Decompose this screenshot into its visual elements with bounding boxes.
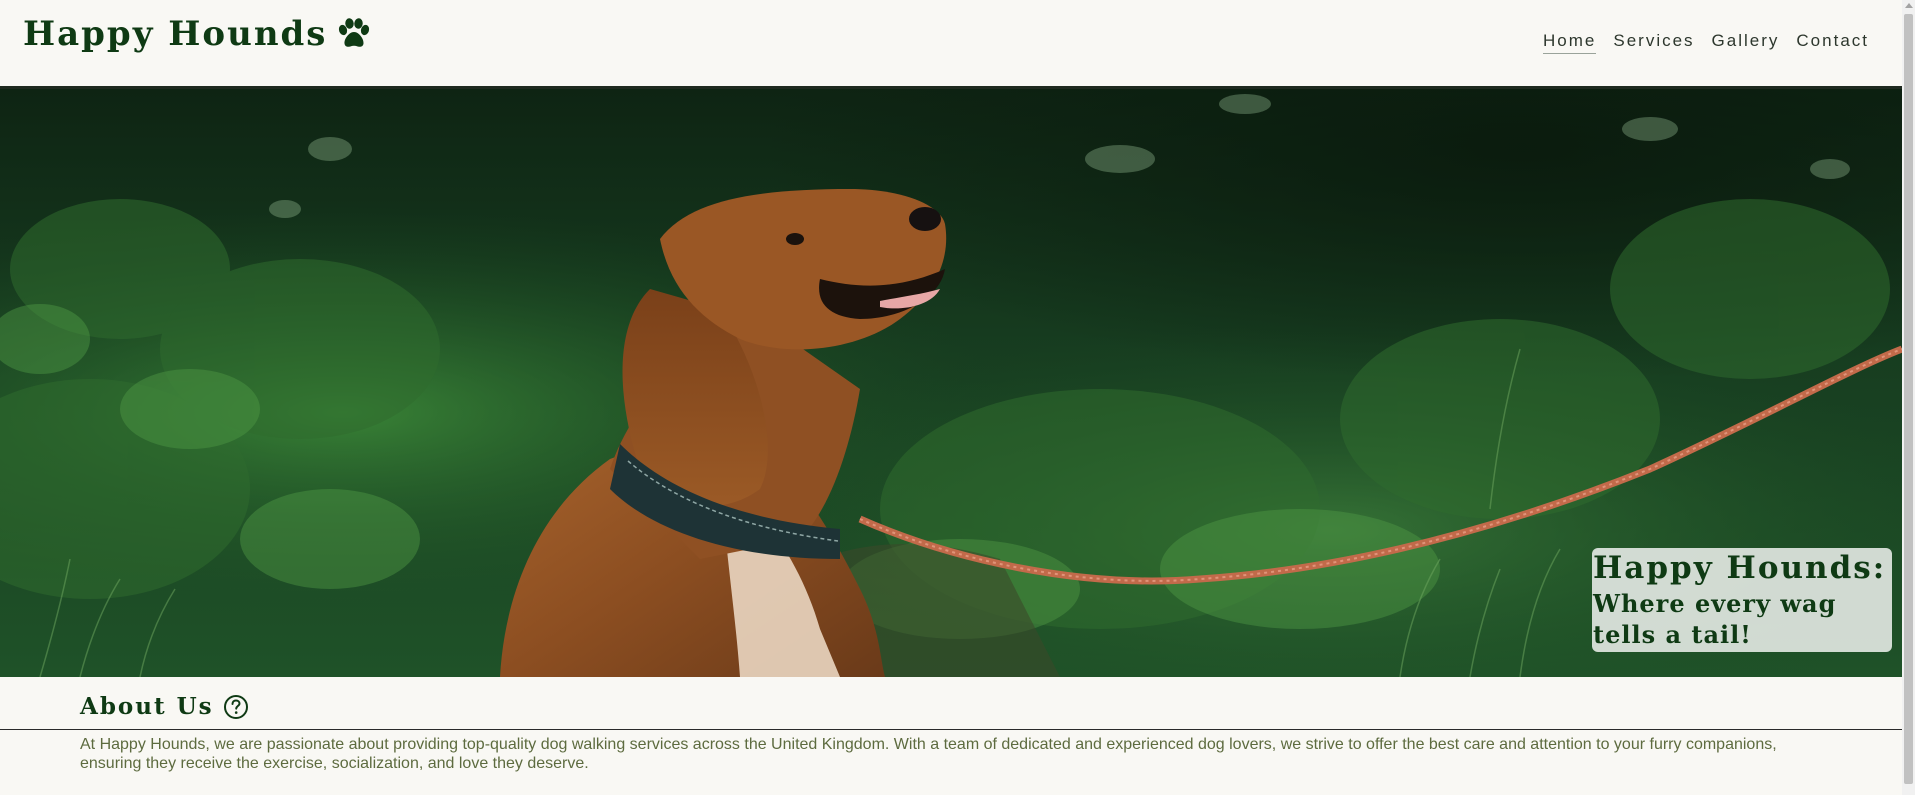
brand-name: Happy Hounds <box>23 14 328 54</box>
site-header: Happy Hounds Home Services Gallery Conta… <box>0 0 1902 89</box>
main-nav: Home Services Gallery Contact <box>1543 31 1869 54</box>
hero-banner: Happy Hounds: Where every wag tells a ta… <box>0 89 1902 677</box>
hero-tagline: Happy Hounds: Where every wag tells a ta… <box>1592 548 1892 652</box>
nav-link-gallery[interactable]: Gallery <box>1712 31 1780 54</box>
hero-tagline-subtitle: Where every wag tells a tail! <box>1593 588 1892 650</box>
scroll-up-arrow-icon[interactable] <box>1905 3 1913 8</box>
hero-tagline-title: Happy Hounds: <box>1593 550 1887 586</box>
about-divider <box>0 729 1902 730</box>
about-text: At Happy Hounds, we are passionate about… <box>80 736 1777 772</box>
scrollbar-thumb[interactable] <box>1904 14 1913 784</box>
paw-icon <box>337 18 371 50</box>
about-title: About Us <box>80 693 214 720</box>
hero-tagline-sub-line-2: tells a tail! <box>1593 620 1752 649</box>
brand[interactable]: Happy Hounds <box>23 14 371 54</box>
hero-tagline-sub-line-1: Where every wag <box>1593 589 1837 618</box>
about-heading: About Us <box>80 693 249 720</box>
help-circle-icon[interactable] <box>223 694 249 720</box>
nav-link-home[interactable]: Home <box>1543 31 1597 54</box>
nav-link-contact[interactable]: Contact <box>1796 31 1869 54</box>
page: Happy Hounds Home Services Gallery Conta… <box>0 0 1902 795</box>
nav-link-services[interactable]: Services <box>1613 31 1694 54</box>
vertical-scrollbar[interactable] <box>1902 0 1915 795</box>
